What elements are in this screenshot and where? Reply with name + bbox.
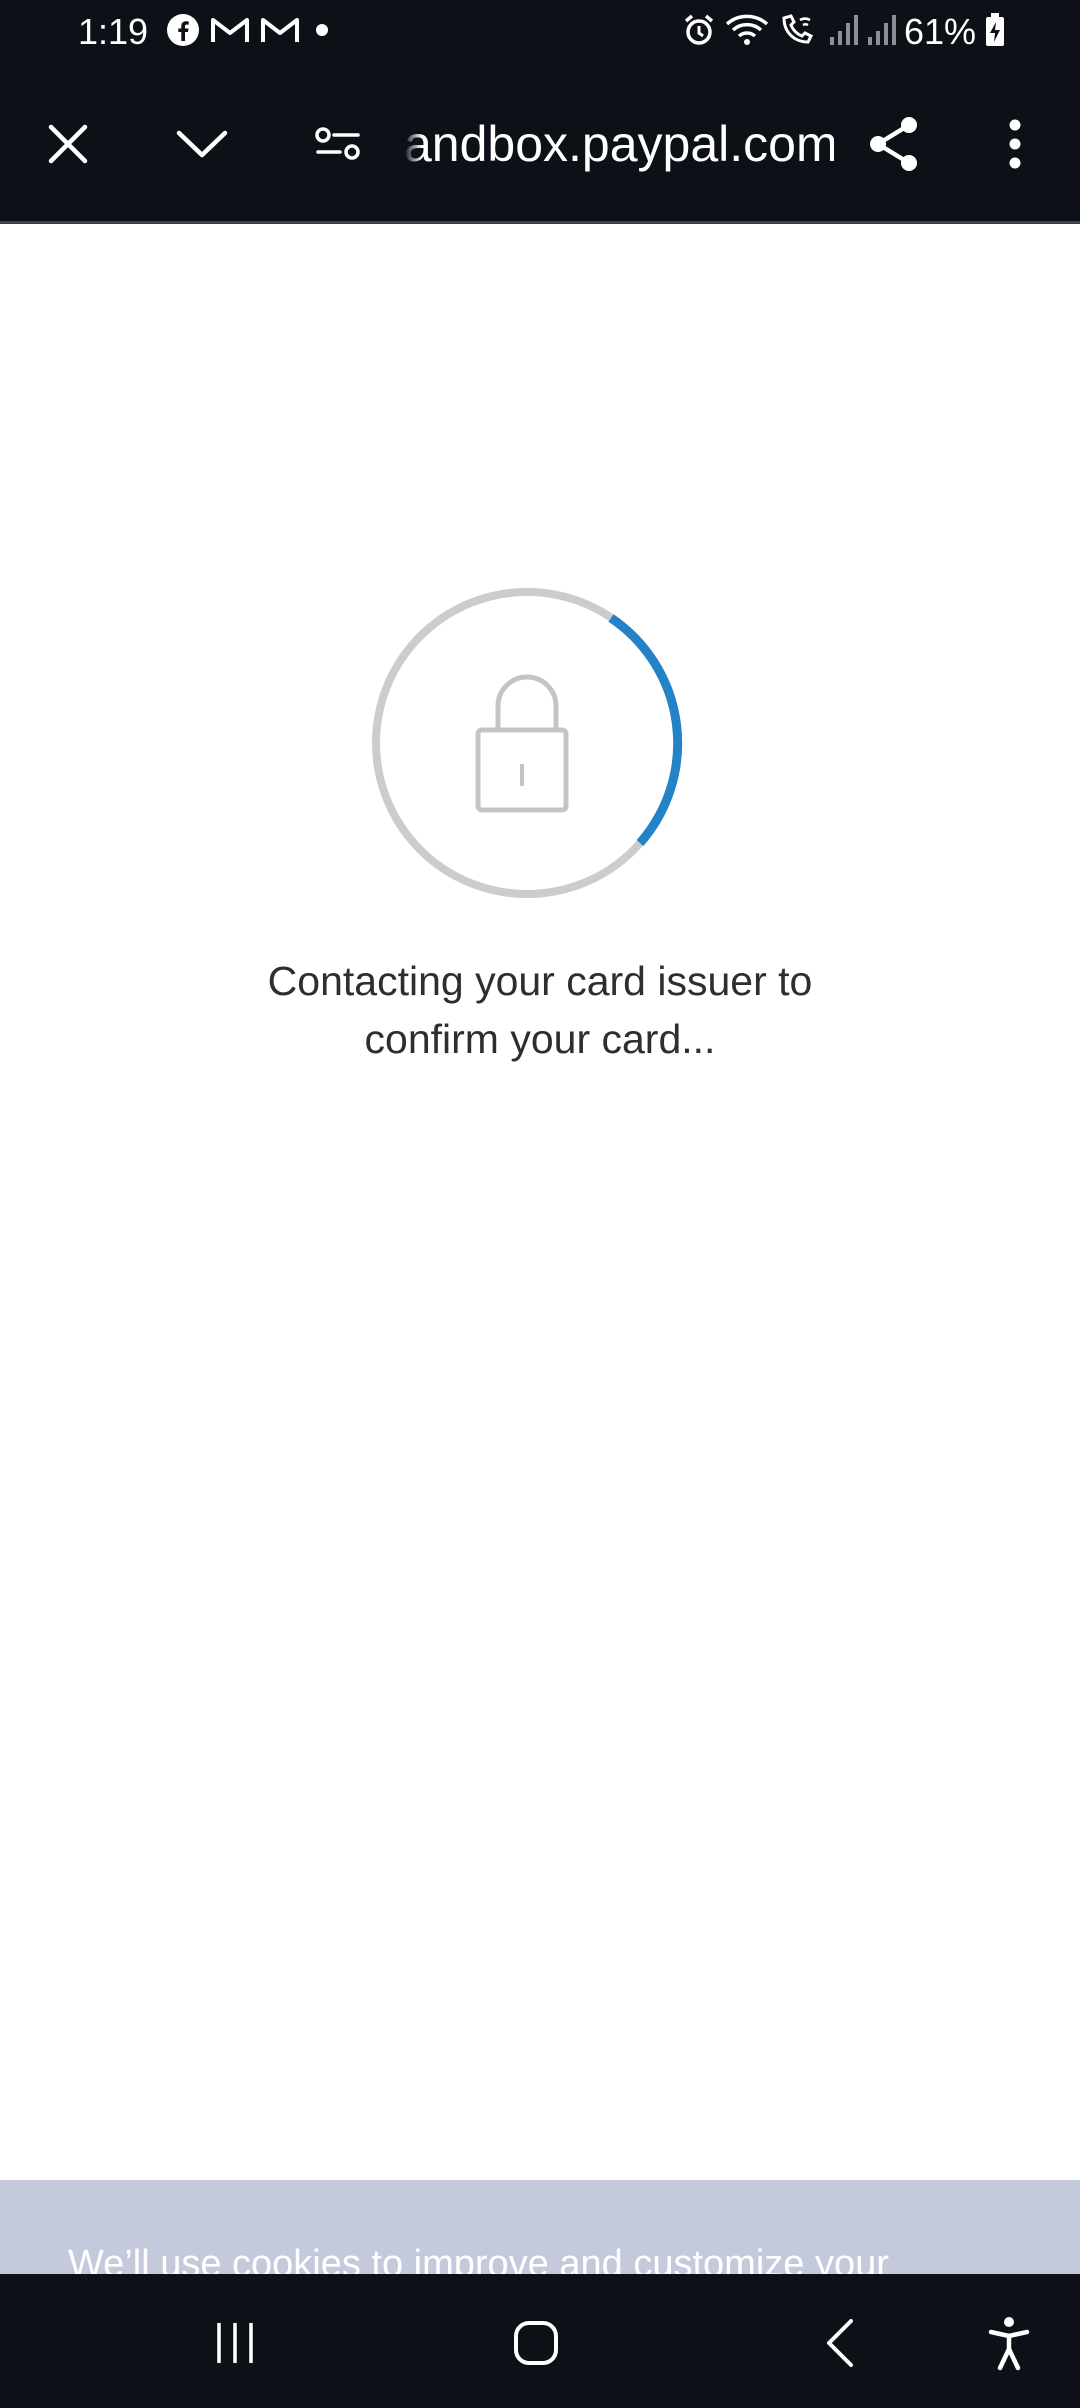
minimize-tab-button[interactable] — [162, 104, 242, 184]
battery-charging-icon — [984, 12, 1006, 53]
gmail-icon — [260, 14, 300, 51]
recent-apps-button[interactable] — [190, 2298, 280, 2388]
page-content: Contacting your card issuer to confirm y… — [0, 226, 1080, 2180]
more-vert-icon — [1009, 119, 1021, 169]
accessibility-button[interactable] — [964, 2298, 1054, 2388]
signal-icon — [828, 13, 858, 52]
more-options-button[interactable] — [975, 104, 1055, 184]
alarm-icon — [682, 13, 716, 52]
status-time: 1:19 — [78, 11, 149, 52]
recent-apps-icon — [217, 2323, 253, 2363]
back-button[interactable] — [795, 2298, 885, 2388]
system-icons: 61% — [682, 12, 1006, 52]
gmail-icon — [210, 14, 250, 51]
site-settings-button[interactable] — [298, 104, 378, 184]
status-bar: 1:19 61% — [0, 0, 1080, 64]
dot-icon — [310, 18, 334, 47]
wifi-icon — [724, 12, 770, 53]
battery-percentage: 61% — [903, 11, 976, 52]
cookie-banner[interactable]: We’ll use cookies to improve and customi… — [0, 2180, 1080, 2274]
accessibility-icon — [988, 2317, 1030, 2371]
lock-icon — [475, 674, 569, 813]
share-button[interactable] — [854, 104, 934, 184]
loading-spinner — [372, 588, 683, 898]
cookie-text: We’ll use cookies to improve and customi… — [68, 2243, 889, 2274]
site-settings-icon — [315, 127, 360, 160]
url-fade — [404, 112, 422, 176]
url-bar[interactable]: andbox.paypal.com — [404, 112, 834, 176]
wifi-call-icon — [778, 12, 820, 53]
home-icon — [514, 2321, 558, 2365]
facebook-icon — [166, 13, 200, 52]
chevron-down-icon — [176, 130, 228, 158]
navigation-bar — [0, 2274, 1080, 2408]
status-message: Contacting your card issuer to confirm y… — [267, 958, 813, 1062]
back-icon — [827, 2319, 853, 2367]
home-button[interactable] — [491, 2298, 581, 2388]
browser-toolbar: andbox.paypal.com — [0, 64, 1080, 224]
share-icon — [870, 117, 917, 171]
signal-icon — [866, 13, 896, 52]
close-icon — [48, 124, 88, 164]
notification-icons — [166, 13, 334, 52]
close-tab-button[interactable] — [28, 104, 108, 184]
